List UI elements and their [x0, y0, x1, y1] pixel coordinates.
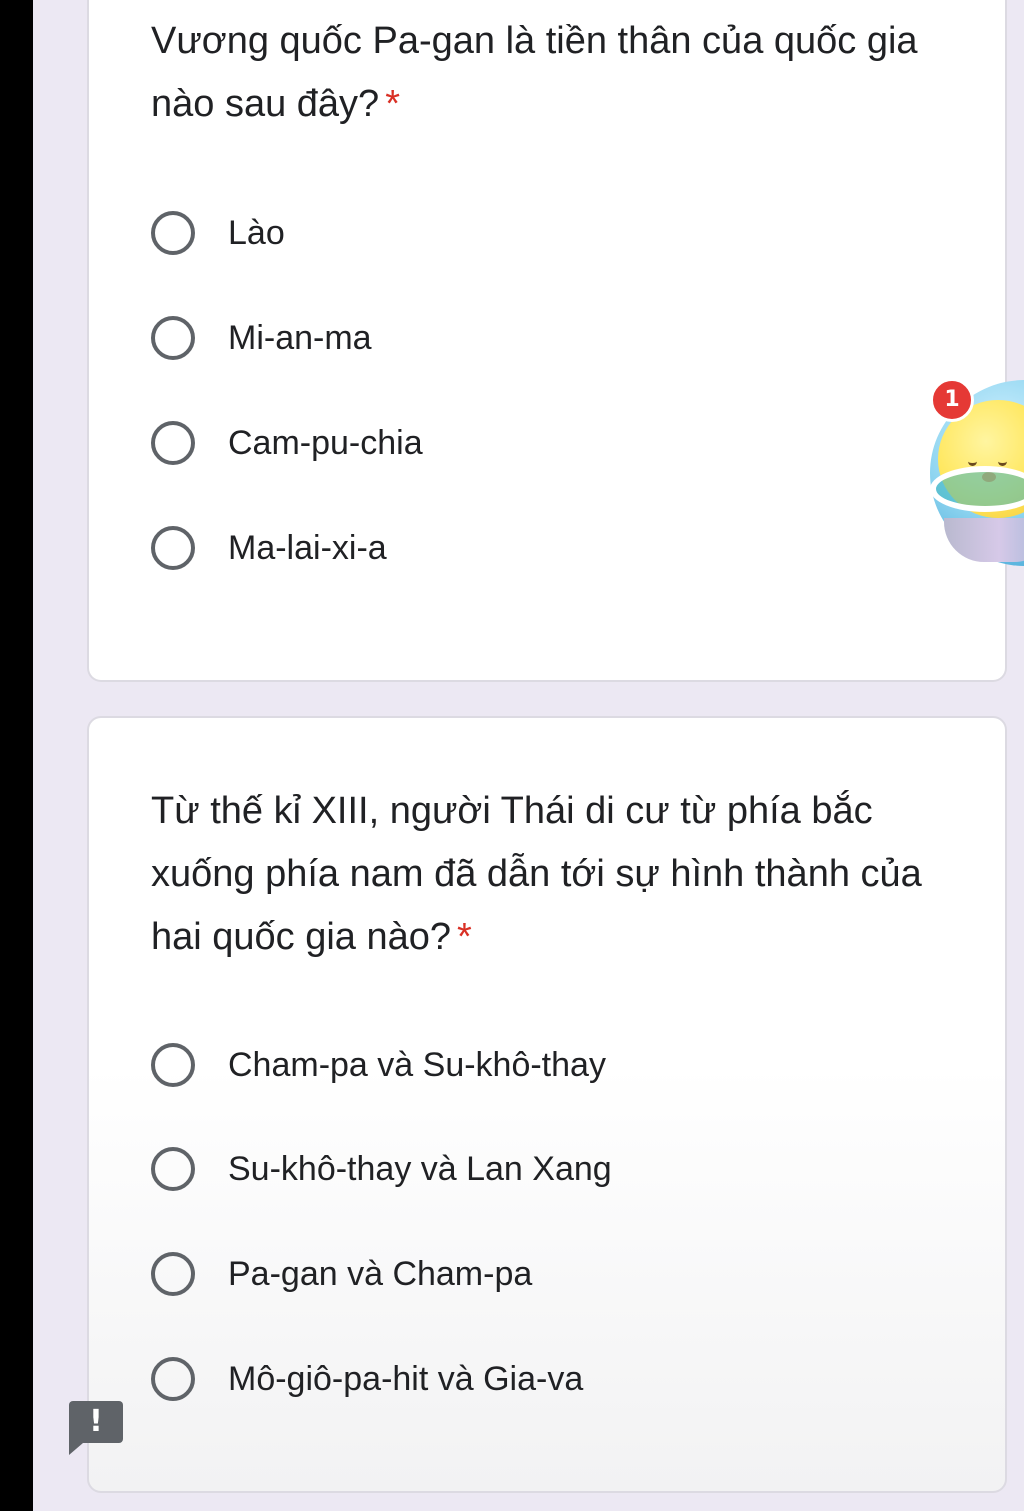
radio-button[interactable]	[151, 1043, 195, 1087]
radio-button[interactable]	[151, 526, 195, 570]
option-label: Mi-an-ma	[228, 318, 372, 357]
option-label: Lào	[228, 213, 285, 252]
radio-button[interactable]	[151, 1147, 195, 1191]
option-mi-an-ma[interactable]: Mi-an-ma	[151, 308, 372, 368]
option-label: Ma-lai-xi-a	[228, 528, 387, 567]
question-card-1: Vương quốc Pa-gan là tiền thân của quốc …	[87, 0, 1007, 682]
notification-badge[interactable]: 1	[930, 378, 974, 422]
question-title: Từ thế kỉ XIII, người Thái di cư từ phía…	[151, 790, 922, 958]
left-edge-bar	[0, 0, 33, 1511]
radio-button[interactable]	[151, 1357, 195, 1401]
option-label: Mô-giô-pa-hit và Gia-va	[228, 1359, 584, 1398]
option-label: Su-khô-thay và Lan Xang	[228, 1149, 612, 1188]
radio-button[interactable]	[151, 211, 195, 255]
option-label: Pa-gan và Cham-pa	[228, 1254, 533, 1293]
option-label: Cham-pa và Su-khô-thay	[228, 1045, 606, 1084]
required-asterisk: *	[457, 916, 472, 958]
radio-button[interactable]	[151, 421, 195, 465]
report-exclamation-icon[interactable]: !	[69, 1401, 123, 1455]
required-asterisk: *	[385, 83, 400, 125]
option-pa-gan-cham-pa[interactable]: Pa-gan và Cham-pa	[151, 1244, 532, 1304]
question-card-2: Từ thế kỉ XIII, người Thái di cư từ phía…	[87, 716, 1007, 1493]
radio-button[interactable]	[151, 1252, 195, 1296]
option-label: Cam-pu-chia	[228, 423, 423, 462]
option-su-kho-thay-lan-xang[interactable]: Su-khô-thay và Lan Xang	[151, 1139, 612, 1199]
radio-button[interactable]	[151, 316, 195, 360]
option-lao[interactable]: Lào	[151, 203, 285, 263]
option-cam-pu-chia[interactable]: Cam-pu-chia	[151, 413, 423, 473]
option-ma-lai-xi-a[interactable]: Ma-lai-xi-a	[151, 518, 387, 578]
question-title: Vương quốc Pa-gan là tiền thân của quốc …	[151, 20, 918, 125]
option-cham-pa-su-kho-thay[interactable]: Cham-pa và Su-khô-thay	[151, 1035, 606, 1095]
option-mo-gio-pa-hit-gia-va[interactable]: Mô-giô-pa-hit và Gia-va	[151, 1349, 583, 1409]
